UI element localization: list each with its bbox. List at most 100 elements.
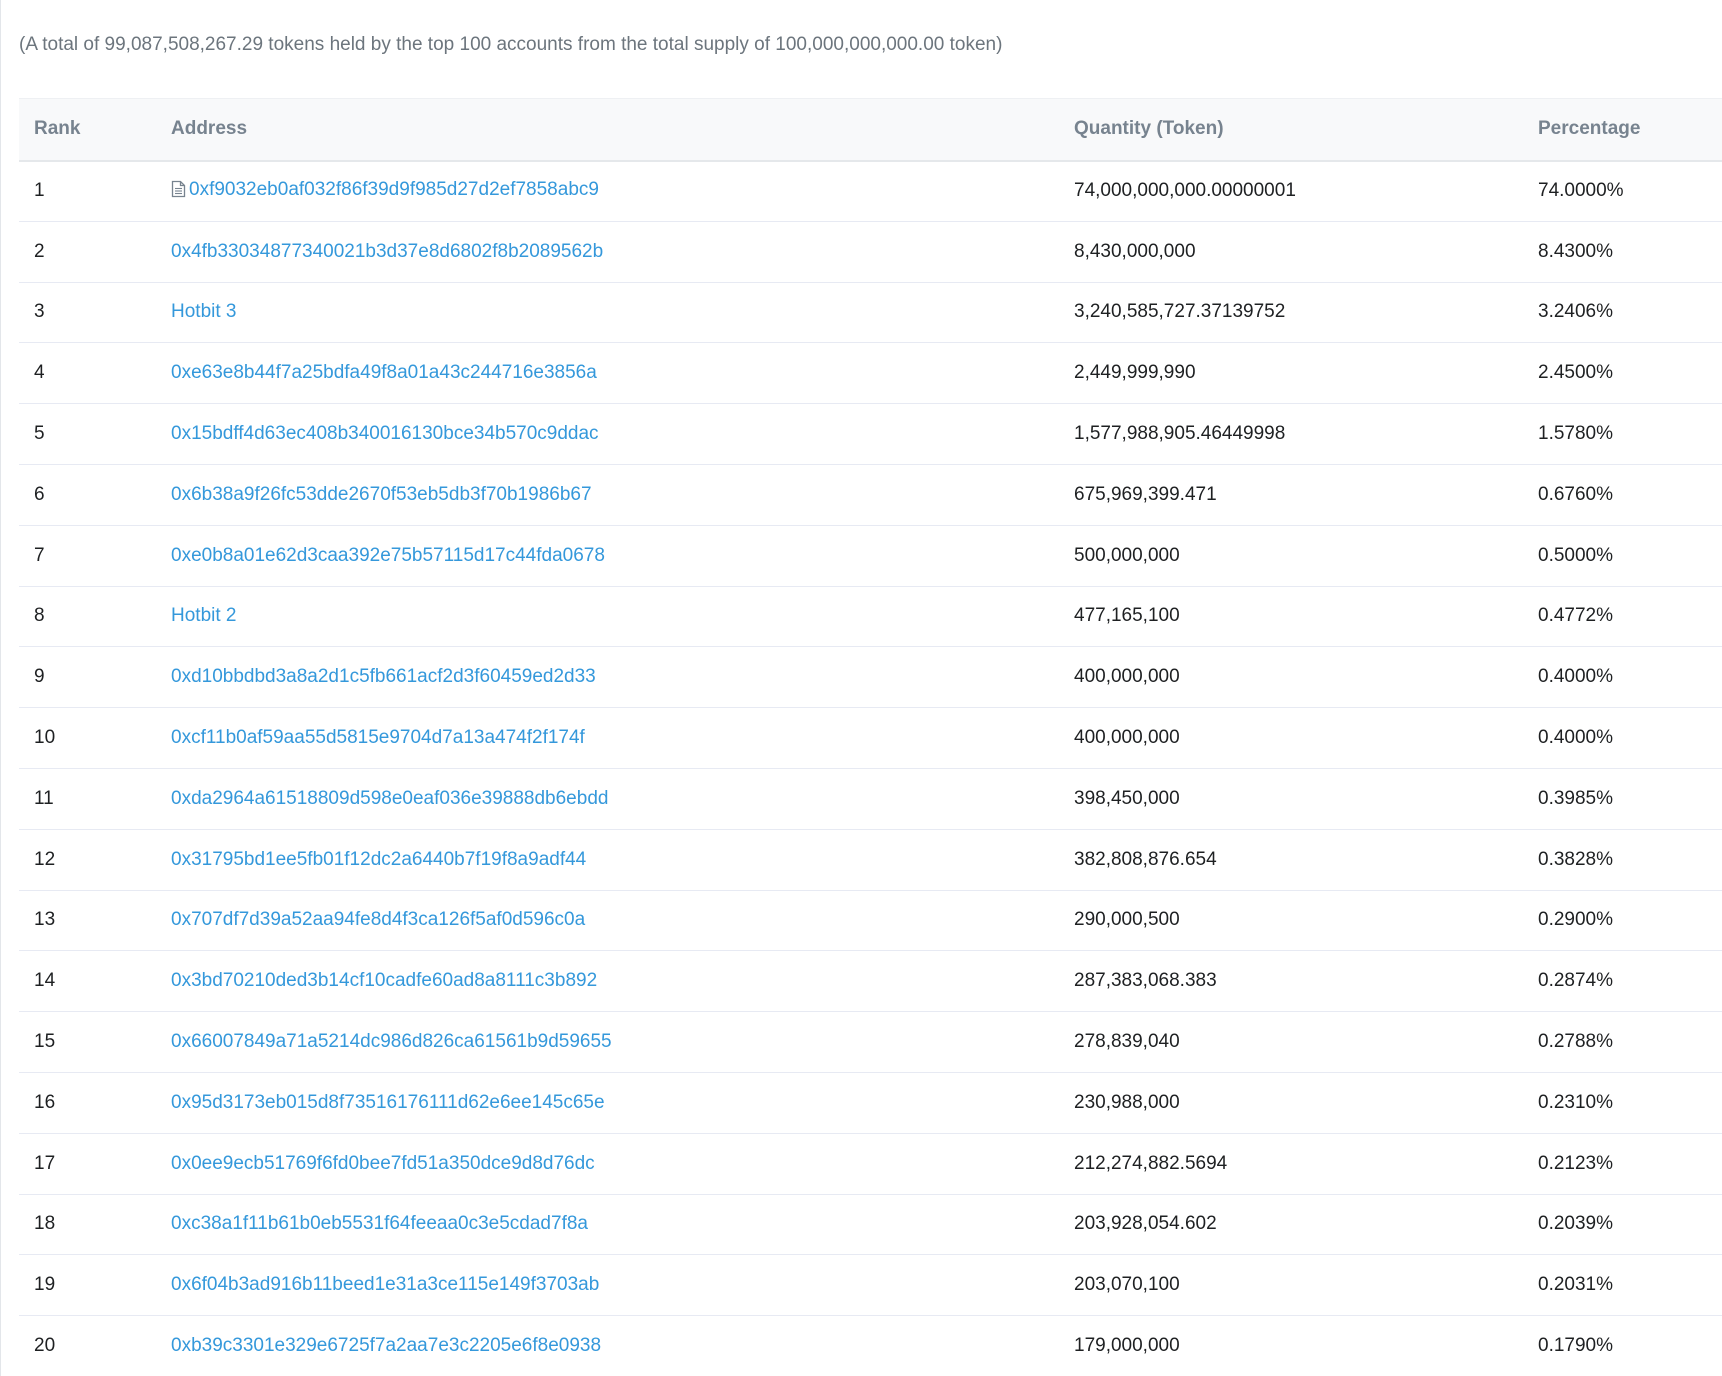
- rank-cell: 2: [19, 221, 156, 283]
- quantity-cell: 179,000,000: [1059, 1315, 1523, 1376]
- quantity-cell: 278,839,040: [1059, 1011, 1523, 1073]
- percentage-cell: 0.1790%: [1523, 1315, 1722, 1376]
- quantity-cell: 675,969,399.471: [1059, 464, 1523, 526]
- address-link[interactable]: 0x3bd70210ded3b14cf10cadfe60ad8a8111c3b8…: [171, 970, 597, 991]
- percentage-cell: 1.5780%: [1523, 403, 1722, 465]
- address-cell: 0xb39c3301e329e6725f7a2aa7e3c2205e6f8e09…: [156, 1315, 1059, 1376]
- percentage-cell: 0.2788%: [1523, 1011, 1722, 1073]
- percentage-cell: 0.3985%: [1523, 768, 1722, 830]
- percentage-cell: 0.2310%: [1523, 1072, 1722, 1134]
- address-link[interactable]: 0xda2964a61518809d598e0eaf036e39888db6eb…: [171, 788, 608, 809]
- header-rank[interactable]: Rank: [19, 98, 156, 162]
- rank-cell: 14: [19, 950, 156, 1013]
- quantity-cell: 398,450,000: [1059, 768, 1523, 830]
- quantity-cell: 287,383,068.383: [1059, 950, 1523, 1013]
- percentage-cell: 0.4772%: [1523, 586, 1722, 648]
- quantity-cell: 1,577,988,905.46449998: [1059, 403, 1523, 465]
- percentage-cell: 0.2123%: [1523, 1133, 1722, 1195]
- address-link[interactable]: 0x4fb33034877340021b3d37e8d6802f8b208956…: [171, 241, 603, 262]
- address-cell: 0x6b38a9f26fc53dde2670f53eb5db3f70b1986b…: [156, 464, 1059, 526]
- address-cell: 0x0ee9ecb51769f6fd0bee7fd51a350dce9d8d76…: [156, 1133, 1059, 1195]
- address-cell: 0xe63e8b44f7a25bdfa49f8a01a43c244716e385…: [156, 342, 1059, 405]
- rank-cell: 18: [19, 1194, 156, 1256]
- address-cell: 0x15bdff4d63ec408b340016130bce34b570c9dd…: [156, 403, 1059, 465]
- address-cell: 0x31795bd1ee5fb01f12dc2a6440b7f19f8a9adf…: [156, 829, 1059, 891]
- percentage-cell: 0.2900%: [1523, 890, 1722, 952]
- address-cell: 0xda2964a61518809d598e0eaf036e39888db6eb…: [156, 768, 1059, 830]
- address-cell: 0x4fb33034877340021b3d37e8d6802f8b208956…: [156, 221, 1059, 283]
- rank-cell: 4: [19, 342, 156, 405]
- percentage-cell: 74.0000%: [1523, 160, 1722, 222]
- address-cell: 0xe0b8a01e62d3caa392e75b57115d17c44fda06…: [156, 525, 1059, 587]
- address-link[interactable]: 0x707df7d39a52aa94fe8d4f3ca126f5af0d596c…: [171, 909, 585, 930]
- header-percentage[interactable]: Percentage: [1523, 98, 1722, 162]
- quantity-cell: 3,240,585,727.37139752: [1059, 282, 1523, 344]
- rank-cell: 6: [19, 464, 156, 526]
- address-link[interactable]: 0xc38a1f11b61b0eb5531f64feeaa0c3e5cdad7f…: [171, 1213, 588, 1234]
- table-row: 20 0xb39c3301e329e6725f7a2aa7e3c2205e6f8e…: [19, 1315, 1722, 1376]
- rank-cell: 15: [19, 1011, 156, 1073]
- table-row: 13 0x707df7d39a52aa94fe8d4f3ca126f5af0d59…: [19, 890, 1722, 952]
- address-cell: 0x3bd70210ded3b14cf10cadfe60ad8a8111c3b8…: [156, 950, 1059, 1013]
- address-link[interactable]: 0xf9032eb0af032f86f39d9f985d27d2ef7858ab…: [189, 179, 599, 200]
- table-header: Rank Address Quantity (Token) Percentage: [19, 98, 1722, 162]
- header-quantity[interactable]: Quantity (Token): [1059, 98, 1523, 162]
- address-link[interactable]: 0x31795bd1ee5fb01f12dc2a6440b7f19f8a9adf…: [171, 849, 586, 870]
- table-row: 16 0x95d3173eb015d8f73516176111d62e6ee145…: [19, 1072, 1722, 1134]
- table-row: 17 0x0ee9ecb51769f6fd0bee7fd51a350dce9d8d…: [19, 1133, 1722, 1195]
- percentage-cell: 0.3828%: [1523, 829, 1722, 891]
- address-link[interactable]: 0x6f04b3ad916b11beed1e31a3ce115e149f3703…: [171, 1274, 599, 1295]
- percentage-cell: 0.2874%: [1523, 950, 1722, 1013]
- address-link[interactable]: 0xe63e8b44f7a25bdfa49f8a01a43c244716e385…: [171, 362, 597, 383]
- address-cell: 0x707df7d39a52aa94fe8d4f3ca126f5af0d596c…: [156, 890, 1059, 952]
- address-cell: 0xcf11b0af59aa55d5815e9704d7a13a474f2f17…: [156, 707, 1059, 769]
- table-row: 9 0xd10bbdbd3a8a2d1c5fb661acf2d3f60459ed2…: [19, 646, 1722, 709]
- address-link[interactable]: 0x6b38a9f26fc53dde2670f53eb5db3f70b1986b…: [171, 484, 592, 505]
- quantity-cell: 230,988,000: [1059, 1072, 1523, 1134]
- quantity-cell: 203,070,100: [1059, 1254, 1523, 1317]
- address-cell: 0xd10bbdbd3a8a2d1c5fb661acf2d3f60459ed2d…: [156, 646, 1059, 709]
- address-link[interactable]: 0x15bdff4d63ec408b340016130bce34b570c9dd…: [171, 423, 599, 444]
- address-link[interactable]: Hotbit 2: [171, 605, 236, 626]
- rank-cell: 7: [19, 525, 156, 587]
- rank-cell: 12: [19, 829, 156, 891]
- quantity-cell: 500,000,000: [1059, 525, 1523, 587]
- rank-cell: 13: [19, 890, 156, 952]
- table-row: 19 0x6f04b3ad916b11beed1e31a3ce115e149f37…: [19, 1254, 1722, 1317]
- address-link[interactable]: Hotbit 3: [171, 301, 236, 322]
- table-body: 1 0xf9032eb0af032f86f39d9f985d27d2ef7858a…: [19, 160, 1722, 1376]
- percentage-cell: 3.2406%: [1523, 282, 1722, 344]
- rank-cell: 20: [19, 1315, 156, 1376]
- percentage-cell: 0.4000%: [1523, 707, 1722, 769]
- rank-cell: 9: [19, 646, 156, 709]
- rank-cell: 5: [19, 403, 156, 465]
- token-holders-page: (A total of 99,087,508,267.29 tokens hel…: [0, 0, 1722, 1376]
- rank-cell: 17: [19, 1133, 156, 1195]
- quantity-cell: 290,000,500: [1059, 890, 1523, 952]
- header-address[interactable]: Address: [156, 98, 1059, 162]
- quantity-cell: 2,449,999,990: [1059, 342, 1523, 405]
- address-link[interactable]: 0x95d3173eb015d8f73516176111d62e6ee145c6…: [171, 1092, 605, 1113]
- address-link[interactable]: 0xb39c3301e329e6725f7a2aa7e3c2205e6f8e09…: [171, 1335, 601, 1356]
- address-cell: 0x95d3173eb015d8f73516176111d62e6ee145c6…: [156, 1072, 1059, 1134]
- table-row: 8 Hotbit 2 477,165,100 0.4772%: [19, 586, 1722, 648]
- address-link[interactable]: 0x66007849a71a5214dc986d826ca61561b9d596…: [171, 1031, 612, 1052]
- address-cell: 0xf9032eb0af032f86f39d9f985d27d2ef7858ab…: [156, 160, 1059, 222]
- address-link[interactable]: 0xcf11b0af59aa55d5815e9704d7a13a474f2f17…: [171, 727, 585, 748]
- quantity-cell: 400,000,000: [1059, 707, 1523, 769]
- percentage-cell: 0.2031%: [1523, 1254, 1722, 1317]
- quantity-cell: 400,000,000: [1059, 646, 1523, 709]
- percentage-cell: 0.5000%: [1523, 525, 1722, 587]
- address-cell: Hotbit 3: [156, 282, 1059, 344]
- quantity-cell: 203,928,054.602: [1059, 1194, 1523, 1256]
- quantity-cell: 8,430,000,000: [1059, 221, 1523, 283]
- table-row: 14 0x3bd70210ded3b14cf10cadfe60ad8a8111c3…: [19, 950, 1722, 1013]
- table-row: 6 0x6b38a9f26fc53dde2670f53eb5db3f70b1986…: [19, 464, 1722, 526]
- address-cell: Hotbit 2: [156, 586, 1059, 648]
- address-link[interactable]: 0xd10bbdbd3a8a2d1c5fb661acf2d3f60459ed2d…: [171, 666, 596, 687]
- address-link[interactable]: 0x0ee9ecb51769f6fd0bee7fd51a350dce9d8d76…: [171, 1153, 595, 1174]
- percentage-cell: 8.4300%: [1523, 221, 1722, 283]
- quantity-cell: 382,808,876.654: [1059, 829, 1523, 891]
- table-row: 11 0xda2964a61518809d598e0eaf036e39888db6…: [19, 768, 1722, 830]
- address-link[interactable]: 0xe0b8a01e62d3caa392e75b57115d17c44fda06…: [171, 545, 605, 566]
